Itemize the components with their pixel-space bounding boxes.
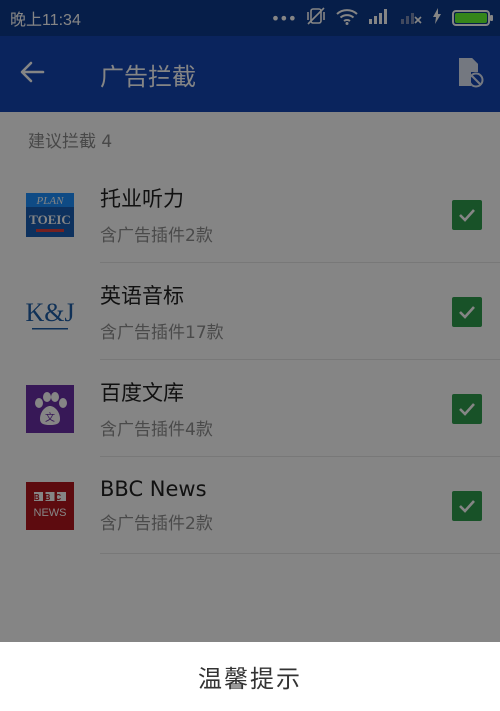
dialog-sheet: 温馨提示	[0, 642, 500, 711]
dialog-title: 温馨提示	[198, 665, 302, 693]
modal-scrim[interactable]	[0, 0, 500, 642]
